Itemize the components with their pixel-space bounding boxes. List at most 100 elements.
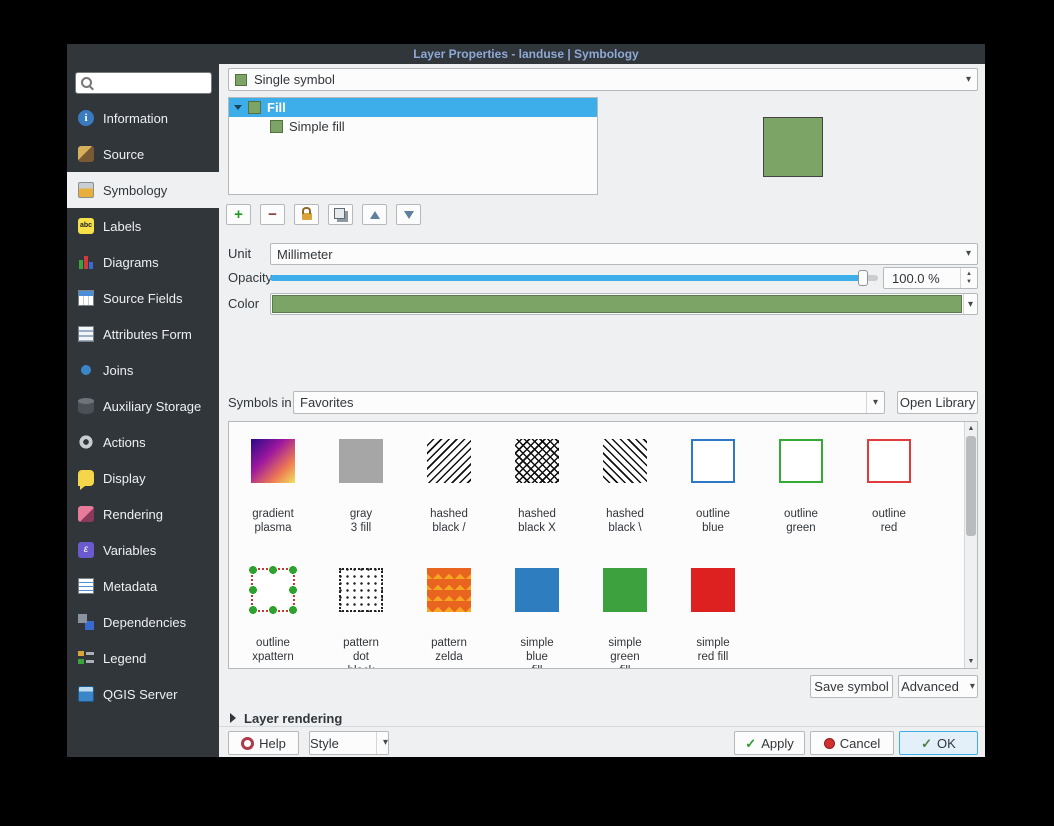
sidebar-item-source-fields[interactable]: Source Fields <box>67 280 219 316</box>
tree-row-fill[interactable]: Fill <box>229 98 597 117</box>
sidebar-item-label: QGIS Server <box>103 687 177 702</box>
sidebar-item-label: Joins <box>103 363 133 378</box>
remove-symbol-layer-button[interactable] <box>260 204 285 225</box>
renderer-select[interactable]: Single symbol <box>228 68 978 91</box>
duplicate-symbol-layer-button[interactable] <box>328 204 353 225</box>
gray-3-fill-preview <box>339 439 383 483</box>
layer-rendering-section[interactable]: Layer rendering <box>219 705 985 731</box>
apply-label: Apply <box>761 736 794 751</box>
layer-properties-window: Layer Properties - landuse | Symbology I… <box>67 44 985 757</box>
sidebar-search[interactable] <box>75 72 212 94</box>
color-swatch <box>272 295 962 313</box>
lock-colors-button[interactable] <box>294 204 319 225</box>
save-symbol-label: Save symbol <box>814 679 888 694</box>
move-down-button[interactable] <box>396 204 421 225</box>
sidebar-item-legend[interactable]: Legend <box>67 640 219 676</box>
symbol-item-simple-blue-fill[interactable]: simple blue fill <box>493 551 581 669</box>
renderer-value: Single symbol <box>254 72 335 87</box>
color-label: Color <box>228 293 259 315</box>
symbol-item-gradient-plasma[interactable]: gradient plasma <box>229 422 317 551</box>
spin-down-icon[interactable] <box>966 278 972 286</box>
symbol-item-gray-3-fill[interactable]: gray 3 fill <box>317 422 405 551</box>
advanced-button[interactable]: Advanced <box>898 675 978 698</box>
save-symbol-button[interactable]: Save symbol <box>810 675 893 698</box>
symbol-item-outline-blue[interactable]: outline blue <box>669 422 757 551</box>
collapsed-arrow-icon[interactable] <box>230 713 236 723</box>
symbol-label: outline green <box>757 507 845 535</box>
opacity-slider[interactable] <box>270 267 878 289</box>
move-up-button[interactable] <box>362 204 387 225</box>
scrollbar-thumb[interactable] <box>966 436 976 536</box>
symbol-item-hashed-black-backslash[interactable]: hashed black \ <box>581 422 669 551</box>
add-symbol-layer-button[interactable] <box>226 204 251 225</box>
ok-button[interactable]: OK <box>899 731 978 755</box>
sidebar-item-metadata[interactable]: Metadata <box>67 568 219 604</box>
sidebar-item-label: Information <box>103 111 168 126</box>
color-button[interactable] <box>270 293 978 315</box>
opacity-spinbox[interactable]: 100.0 % <box>883 267 978 289</box>
lock-icon <box>302 213 312 220</box>
qgis-server-icon <box>78 686 94 702</box>
spinbox-arrows[interactable] <box>960 268 977 288</box>
symbol-item-pattern-zelda[interactable]: pattern zelda <box>405 551 493 669</box>
symbol-layer-toolbar <box>226 204 421 225</box>
expander-icon[interactable] <box>234 105 242 110</box>
sidebar-item-actions[interactable]: Actions <box>67 424 219 460</box>
sidebar-item-variables[interactable]: Variables <box>67 532 219 568</box>
window-titlebar: Layer Properties - landuse | Symbology <box>67 44 985 64</box>
sidebar-item-symbology[interactable]: Symbology <box>67 172 219 208</box>
sidebar-item-display[interactable]: Display <box>67 460 219 496</box>
unit-select[interactable]: Millimeter <box>270 243 978 265</box>
symbol-item-outline-xpattern[interactable]: outline xpattern <box>229 551 317 669</box>
sidebar-item-auxiliary-storage[interactable]: Auxiliary Storage <box>67 388 219 424</box>
joins-icon <box>78 362 94 378</box>
cancel-button[interactable]: Cancel <box>810 731 894 755</box>
symbol-item-outline-red[interactable]: outline red <box>845 422 933 551</box>
simple-blue-fill-preview <box>515 568 559 612</box>
scroll-up-icon[interactable] <box>965 422 977 435</box>
symbol-item-hashed-black-x[interactable]: hashed black X <box>493 422 581 551</box>
sidebar-item-labels[interactable]: Labels <box>67 208 219 244</box>
symbol-preview <box>763 117 823 177</box>
opacity-value[interactable]: 100.0 % <box>884 271 960 286</box>
sidebar-item-label: Labels <box>103 219 141 234</box>
chevron-down-icon[interactable] <box>963 294 977 314</box>
sidebar-item-label: Rendering <box>103 507 163 522</box>
sidebar-item-information[interactable]: Information <box>67 100 219 136</box>
symbol-item-simple-red-fill[interactable]: simple red fill <box>669 551 757 669</box>
symbol-item-pattern-dot-black[interactable]: pattern dot black <box>317 551 405 669</box>
apply-check-icon <box>745 737 756 750</box>
hashed-black-backslash-preview <box>603 439 647 483</box>
display-icon <box>78 470 94 486</box>
symbol-item-hashed-black-slash[interactable]: hashed black / <box>405 422 493 551</box>
desktop: { "titlebar": {"title": "Layer Propertie… <box>0 0 1054 826</box>
sidebar-item-dependencies[interactable]: Dependencies <box>67 604 219 640</box>
open-library-button[interactable]: Open Library <box>897 391 978 414</box>
symbol-label: simple blue fill <box>493 636 581 669</box>
sidebar-item-source[interactable]: Source <box>67 136 219 172</box>
single-symbol-icon <box>235 74 247 86</box>
symbol-label: outline red <box>845 507 933 535</box>
symbol-item-outline-green[interactable]: outline green <box>757 422 845 551</box>
apply-button[interactable]: Apply <box>734 731 805 755</box>
style-button[interactable]: Style <box>309 731 389 755</box>
tree-row-simple-fill[interactable]: Simple fill <box>229 117 597 136</box>
opacity-slider-handle[interactable] <box>858 270 868 286</box>
grid-scrollbar[interactable] <box>964 422 977 668</box>
actions-icon <box>78 434 94 450</box>
symbol-label: outline blue <box>669 507 757 535</box>
symbol-label: hashed black \ <box>581 507 669 535</box>
sidebar-item-attributes-form[interactable]: Attributes Form <box>67 316 219 352</box>
sidebar-item-qgis-server[interactable]: QGIS Server <box>67 676 219 712</box>
search-input[interactable] <box>96 75 207 91</box>
chevron-down-icon <box>960 249 971 259</box>
spin-up-icon[interactable] <box>966 270 972 278</box>
minus-icon <box>268 207 277 222</box>
sidebar-item-label: Metadata <box>103 579 157 594</box>
symbol-item-simple-green-fill[interactable]: simple green fill <box>581 551 669 669</box>
sidebar-item-joins[interactable]: Joins <box>67 352 219 388</box>
sidebar-item-rendering[interactable]: Rendering <box>67 496 219 532</box>
sidebar-item-diagrams[interactable]: Diagrams <box>67 244 219 280</box>
symbol-collection-select[interactable]: Favorites <box>293 391 885 414</box>
help-button[interactable]: Help <box>228 731 299 755</box>
